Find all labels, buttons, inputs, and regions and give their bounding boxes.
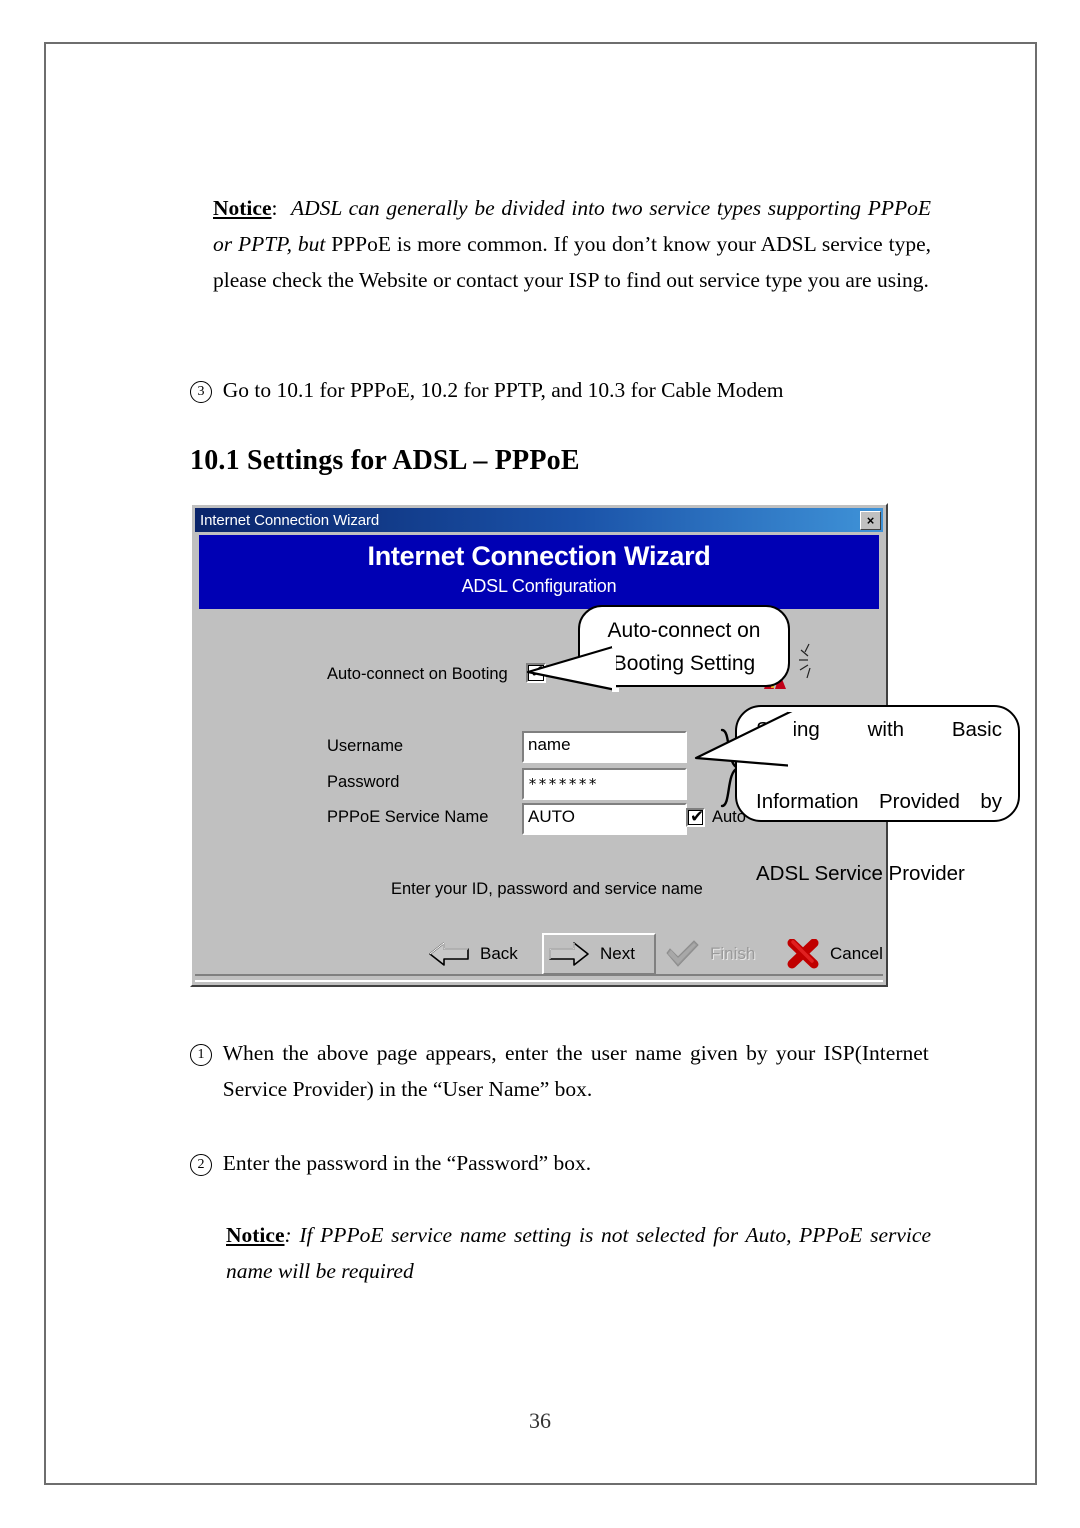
finish-button: Finish [664, 933, 784, 975]
check-icon [664, 939, 700, 969]
wizard-button-row: Back Next Finish Cancel [192, 933, 886, 977]
step-3-marker: 3 [190, 381, 212, 403]
step-2-marker: 2 [190, 1154, 212, 1176]
window-title: Internet Connection Wizard [200, 511, 380, 529]
autoconnect-label: Auto-connect on Booting [327, 665, 508, 683]
cancel-button-label: Cancel [830, 944, 883, 963]
step-1-marker: 1 [190, 1044, 212, 1066]
page-number: 36 [529, 1408, 551, 1433]
step-2-line: 2 Enter the password in the “Password” b… [190, 1145, 935, 1181]
username-label: Username [327, 737, 404, 755]
notice-colon-1: : [271, 196, 278, 220]
window-title-bar: Internet Connection Wizard × [195, 508, 883, 532]
notice-text-2: If PPPoE service name setting is not sel… [226, 1223, 931, 1283]
sparkle-decoration-icon [795, 640, 831, 686]
notice-paragraph-2: Notice: If PPPoE service name setting is… [226, 1217, 931, 1289]
banner-title: Internet Connection Wizard [367, 541, 711, 571]
step-3-text: Go to 10.1 for PPPoE, 10.2 for PPTP, and… [222, 378, 784, 402]
cancel-button[interactable]: Cancel [786, 933, 906, 975]
step-1-text: When the above page appears, enter the u… [222, 1041, 929, 1101]
check-icon: ✔ [690, 807, 705, 827]
service-name-label: PPPoE Service Name [327, 808, 489, 826]
notice-paragraph-1: Notice: ADSL can generally be divided in… [213, 190, 931, 298]
service-name-input[interactable]: AUTO [522, 803, 687, 835]
arrow-right-icon [544, 941, 590, 967]
callout-basicinfo-line2: Information Provided by [756, 790, 1002, 813]
notice-label-1: Notice [213, 196, 272, 220]
password-label: Password [327, 773, 400, 791]
window-status-strip [195, 974, 883, 982]
notice-label-2: Notice [226, 1223, 285, 1247]
step-2-text: Enter the password in the “Password” box… [222, 1151, 592, 1175]
page-title: 10.1 Settings for ADSL – PPPoE [190, 445, 580, 476]
callout-basicinfo-line3: ADSL Service Provider [756, 862, 965, 885]
back-button-label: Back [480, 944, 518, 963]
arrow-left-icon [428, 941, 470, 967]
notice-colon-2: : [284, 1223, 292, 1247]
step-1-line: 1 When the above page appears, enter the… [190, 1035, 935, 1107]
callout-tail-basicinfo [688, 706, 798, 781]
back-button[interactable]: Back [428, 933, 538, 975]
wizard-banner: Internet Connection Wizard ADSL Configur… [199, 535, 879, 609]
banner-subtitle: ADSL Configuration [461, 576, 617, 596]
next-button-label: Next [600, 944, 635, 963]
wizard-hint-text: Enter your ID, password and service name [391, 880, 703, 898]
auto-checkbox[interactable]: ✔ [686, 807, 705, 827]
finish-button-label: Finish [710, 944, 756, 963]
step-3-line: 3 Go to 10.1 for PPPoE, 10.2 for PPTP, a… [190, 372, 930, 408]
next-button[interactable]: Next [542, 933, 656, 975]
username-input[interactable]: name [522, 731, 687, 763]
x-icon [786, 939, 820, 969]
password-input[interactable]: ******* [522, 768, 687, 800]
callout-tail-autoconnect [520, 640, 620, 701]
close-icon[interactable]: × [860, 510, 881, 530]
